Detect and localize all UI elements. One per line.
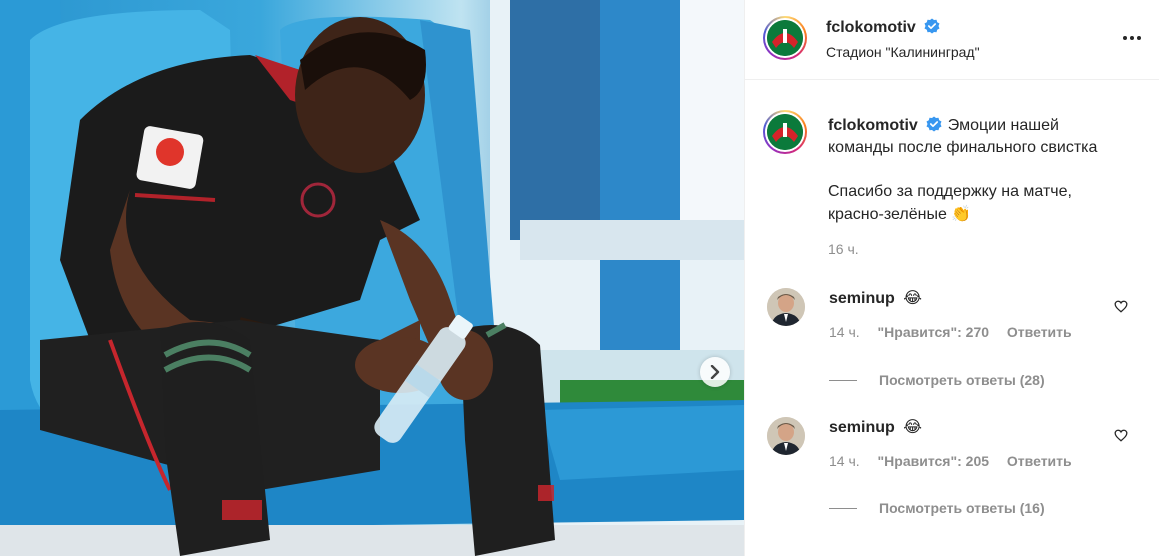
comment-likes[interactable]: "Нравится": 270 — [878, 324, 989, 340]
comment-time[interactable]: 14 ч. — [829, 324, 860, 340]
post-side-panel: fclokomotiv Стадион "Калининград" fcloko… — [744, 0, 1159, 556]
reply-button[interactable]: Ответить — [1007, 453, 1072, 469]
comment-username[interactable]: seminup — [829, 419, 895, 436]
more-options-button[interactable] — [1122, 28, 1142, 46]
lokomotiv-logo — [767, 114, 803, 150]
like-comment-button[interactable] — [1114, 300, 1128, 318]
laughing-emoji: 😂 — [903, 417, 922, 436]
header-username[interactable]: fclokomotiv — [826, 19, 916, 36]
like-comment-button[interactable] — [1114, 429, 1128, 447]
player-photo-illustration — [0, 0, 744, 556]
view-replies-button[interactable]: Посмотреть ответы (16) — [829, 500, 1045, 516]
clapping-hands-emoji: 👏 — [951, 204, 972, 223]
verified-badge-icon — [926, 116, 942, 132]
caption-line-1: Эмоции нашей — [947, 117, 1059, 134]
post-header: fclokomotiv Стадион "Калининград" — [745, 0, 1159, 80]
divider-line — [829, 507, 857, 509]
caption-username[interactable]: fclokomotiv — [828, 117, 918, 134]
view-replies-button[interactable]: Посмотреть ответы (28) — [829, 372, 1045, 388]
comment-likes[interactable]: "Нравится": 205 — [878, 453, 989, 469]
commenter-avatar[interactable] — [767, 417, 805, 455]
heart-icon — [1114, 300, 1128, 313]
view-replies-label: Посмотреть ответы (28) — [879, 372, 1045, 388]
post-time[interactable]: 16 ч. — [828, 238, 1148, 260]
comment-time[interactable]: 14 ч. — [829, 453, 860, 469]
more-options-icon — [1123, 36, 1141, 40]
chevron-right-icon — [710, 365, 720, 379]
lokomotiv-logo — [767, 20, 803, 56]
post-photo[interactable] — [0, 0, 744, 556]
laughing-emoji: 😂 — [903, 288, 922, 307]
caption-line-2: команды после финального свистка — [828, 139, 1098, 156]
account-avatar[interactable] — [763, 16, 807, 60]
view-replies-label: Посмотреть ответы (16) — [879, 500, 1045, 516]
comment-username[interactable]: seminup — [829, 290, 895, 307]
divider-line — [829, 379, 857, 381]
post-caption: fclokomotiv Эмоции нашей команды после ф… — [828, 115, 1148, 260]
commenter-avatar[interactable] — [767, 288, 805, 326]
caption-avatar[interactable] — [763, 110, 807, 154]
caption-line-3: Спасибо за поддержку на матче, — [828, 183, 1072, 200]
reply-button[interactable]: Ответить — [1007, 324, 1072, 340]
next-photo-button[interactable] — [700, 357, 730, 387]
caption-line-4: красно-зелёные — [828, 206, 947, 223]
post-location[interactable]: Стадион "Калининград" — [826, 44, 980, 60]
heart-icon — [1114, 429, 1128, 442]
verified-badge-icon — [924, 18, 940, 34]
